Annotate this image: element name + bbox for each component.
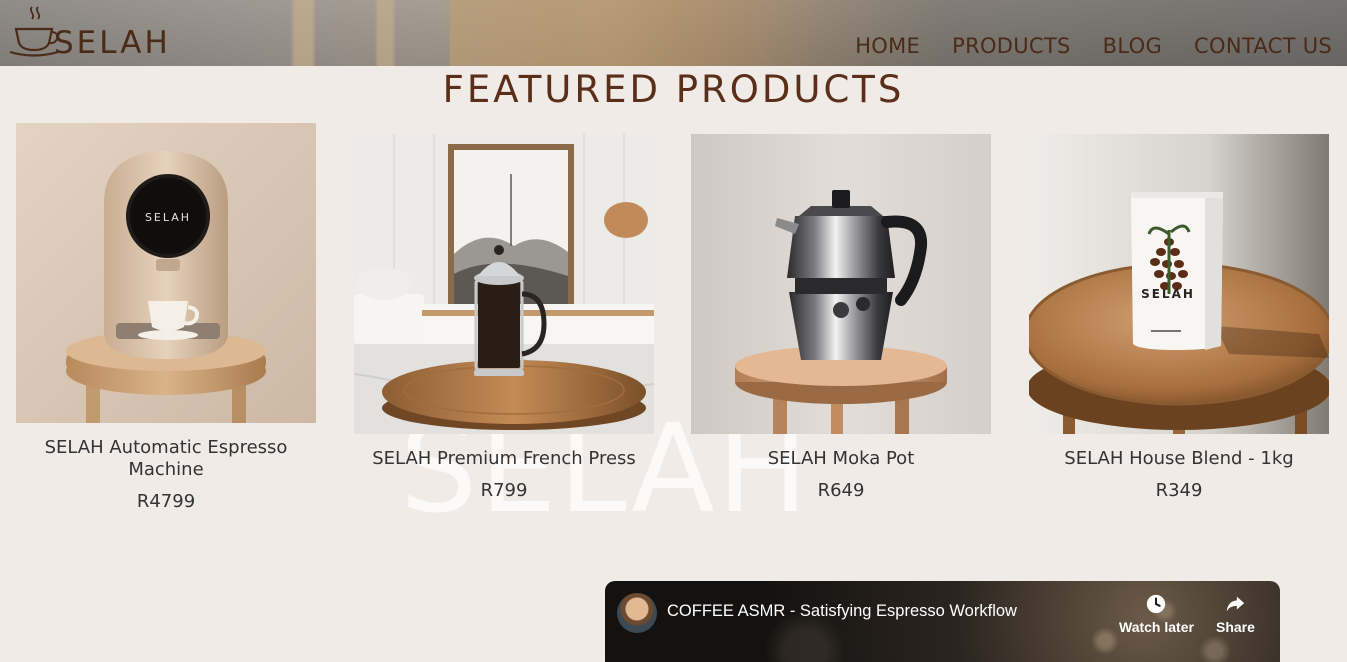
product-image-espresso-machine[interactable]: SELAH (16, 123, 316, 423)
channel-avatar[interactable] (617, 593, 657, 633)
video-title[interactable]: COFFEE ASMR - Satisfying Espresso Workfl… (667, 602, 1017, 621)
product-image-french-press[interactable] (354, 134, 654, 434)
page: SELAH HOME PRODUCTS BLOG CONTACT US FEAT… (0, 0, 1347, 662)
product-card[interactable]: SELAH SELAH House Blend - 1kg R349 (1029, 134, 1329, 501)
nav-home[interactable]: HOME (855, 34, 920, 58)
featured-products-title: FEATURED PRODUCTS (442, 68, 905, 111)
embedded-video[interactable]: COFFEE ASMR - Satisfying Espresso Workfl… (605, 581, 1280, 662)
moka-pot-image (691, 134, 991, 434)
product-name[interactable]: SELAH Moka Pot (691, 448, 991, 470)
logo-link[interactable]: SELAH (8, 2, 171, 62)
watch-later-button[interactable]: Watch later (1119, 593, 1194, 635)
share-button[interactable]: Share (1216, 593, 1255, 635)
main-nav: HOME PRODUCTS BLOG CONTACT US (855, 34, 1332, 58)
product-card[interactable]: SELAH Premium French Press R799 (354, 134, 654, 501)
product-card[interactable]: SELAH Moka Pot R649 (691, 134, 991, 501)
product-name[interactable]: SELAH Premium French Press (354, 448, 654, 470)
product-image-moka-pot[interactable] (691, 134, 991, 434)
logo-text: SELAH (54, 25, 171, 61)
espresso-machine-image: SELAH (16, 123, 316, 423)
coffee-cup-icon (9, 6, 59, 57)
nav-products[interactable]: PRODUCTS (952, 34, 1071, 58)
svg-text:SELAH: SELAH (145, 211, 191, 224)
product-image-coffee-bag[interactable]: SELAH (1029, 134, 1329, 434)
product-card[interactable]: SELAH SELAH Automatic Espresso Machine R… (16, 123, 316, 512)
svg-text:SELAH: SELAH (1141, 287, 1195, 301)
product-price: R649 (817, 480, 865, 501)
clock-icon (1147, 594, 1166, 614)
product-name[interactable]: SELAH House Blend - 1kg (1029, 448, 1329, 470)
product-name[interactable]: SELAH Automatic Espresso Machine (16, 437, 316, 481)
watch-later-label: Watch later (1119, 619, 1194, 635)
share-icon (1227, 596, 1245, 612)
product-price: R349 (1155, 480, 1203, 501)
nav-contact-us[interactable]: CONTACT US (1194, 34, 1332, 58)
coffee-bag-image: SELAH (1029, 134, 1329, 434)
share-label: Share (1216, 619, 1255, 635)
product-price: R799 (480, 480, 528, 501)
french-press-image (354, 134, 654, 434)
product-price: R4799 (136, 491, 196, 512)
nav-blog[interactable]: BLOG (1103, 34, 1162, 58)
site-header: SELAH HOME PRODUCTS BLOG CONTACT US (0, 0, 1347, 66)
